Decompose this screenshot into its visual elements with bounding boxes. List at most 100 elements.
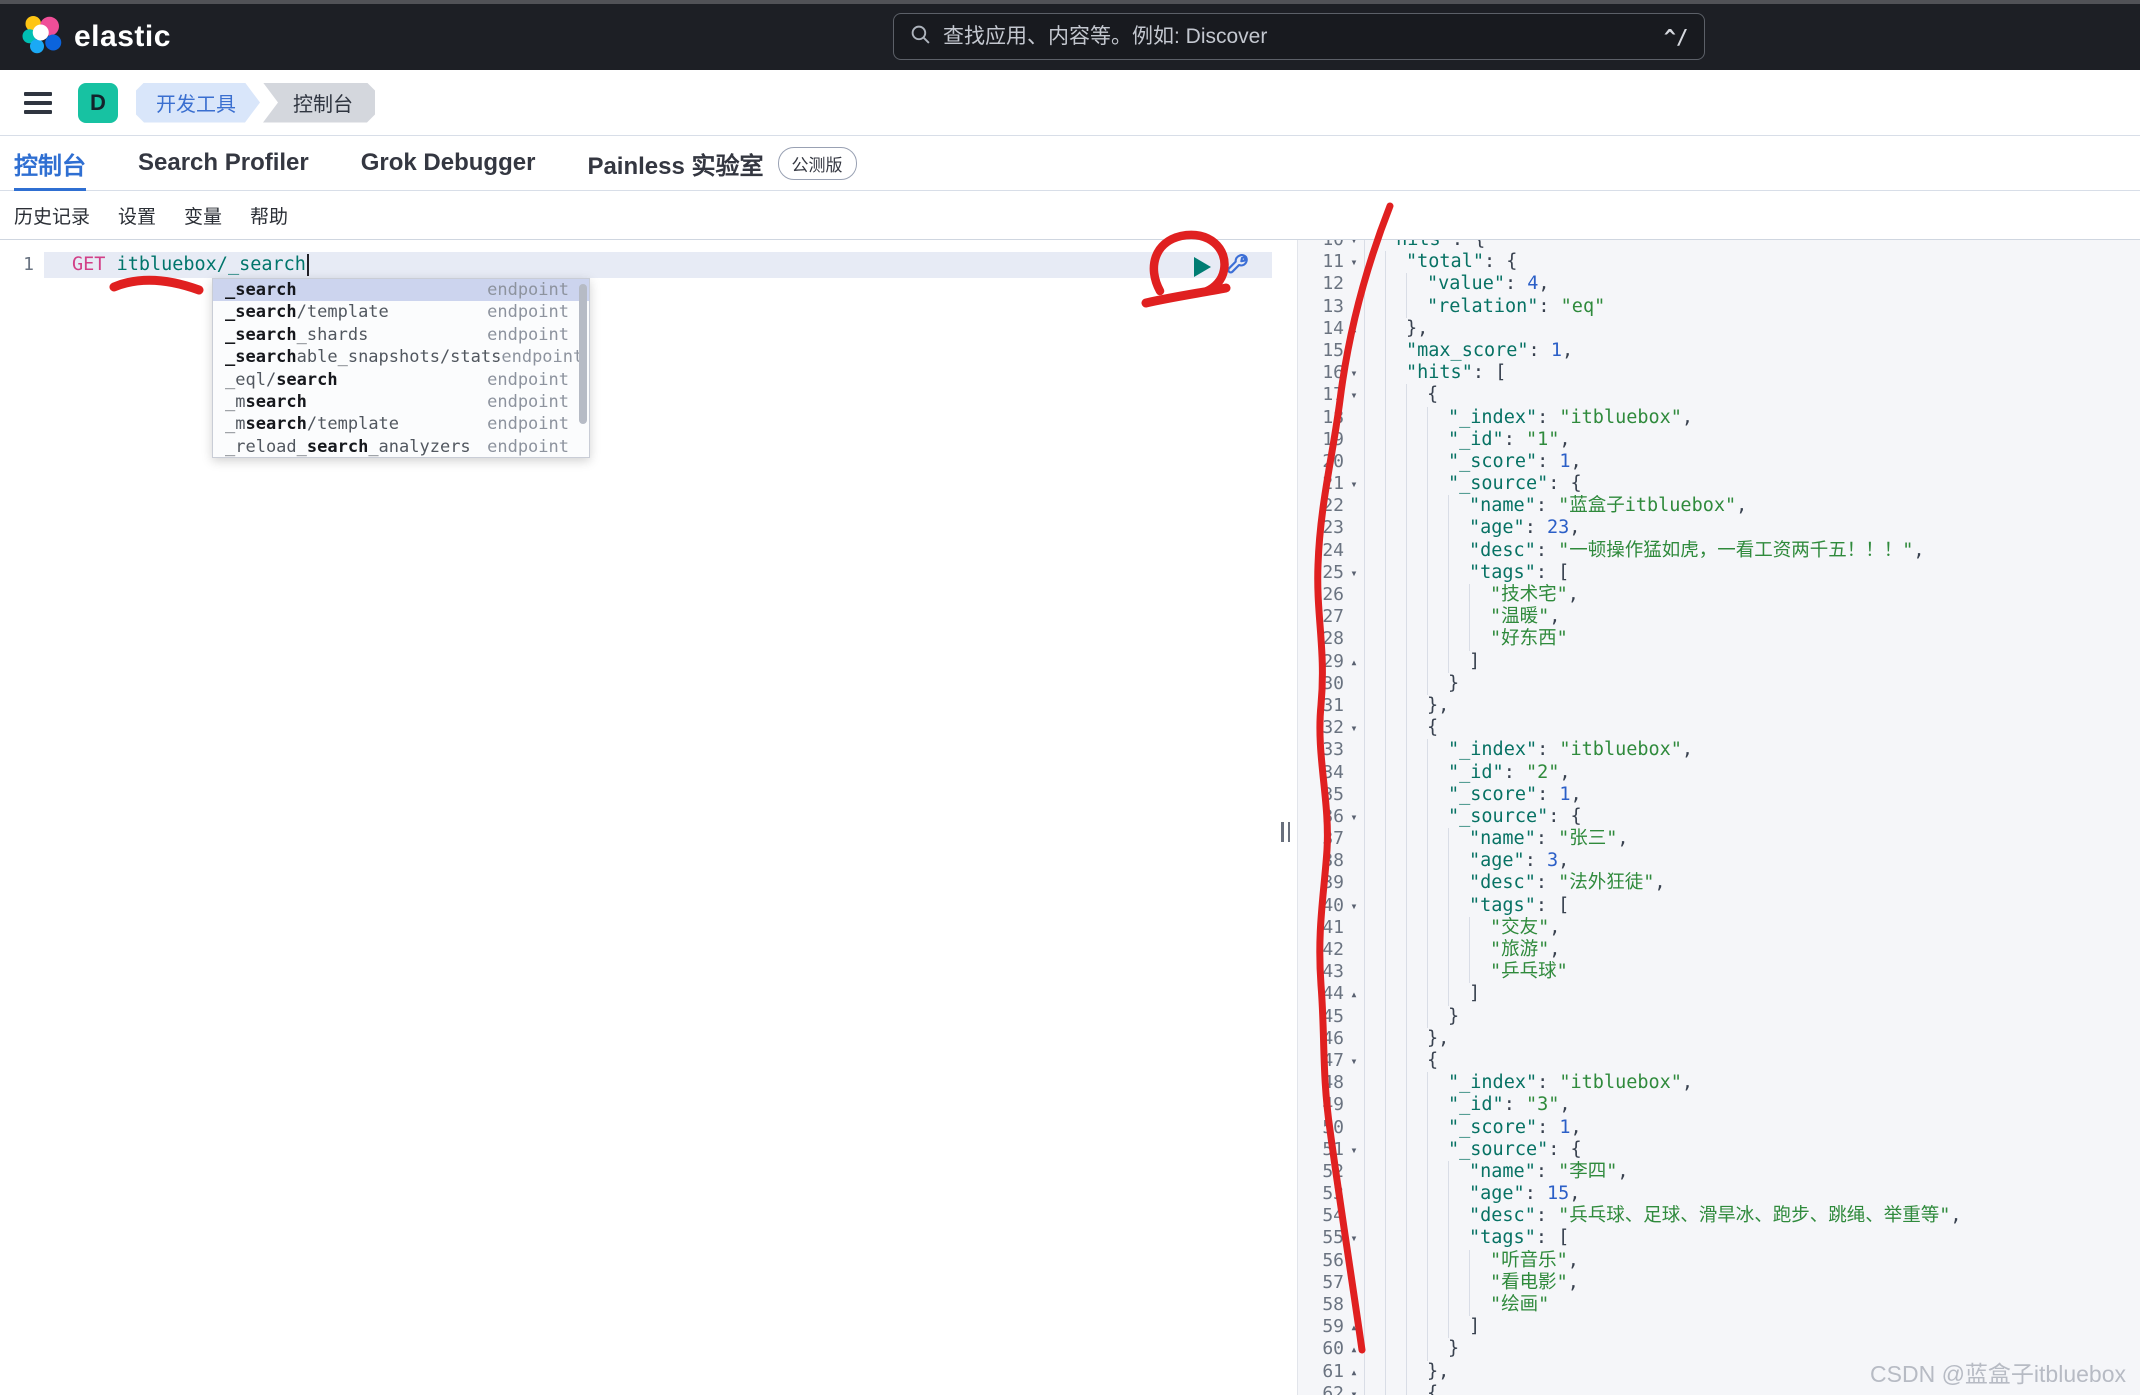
tab-2[interactable]: Grok Debugger: [361, 136, 536, 191]
menu-icon[interactable]: [24, 91, 52, 114]
response-line: 58 "绘画": [1298, 1294, 2140, 1317]
response-line: 22 "name": "蓝盒子itbluebox",: [1298, 495, 2140, 518]
menu-item-1[interactable]: 设置: [118, 202, 156, 229]
response-line: 16 ▾ "hits": [: [1298, 362, 2140, 385]
line-number: 43: [1322, 961, 1344, 983]
fold-toggle-icon[interactable]: ▾: [1344, 362, 1364, 384]
autocomplete-scrollbar[interactable]: [579, 284, 587, 424]
pane-resize-handle[interactable]: [1281, 822, 1290, 842]
autocomplete-item-5[interactable]: _m search endpoint: [213, 391, 589, 413]
tab-3[interactable]: Painless 实验室 公测版: [587, 136, 857, 191]
response-line: 24 "desc": "一顿操作猛如虎，一看工资两千五！！！",: [1298, 539, 2140, 562]
global-search[interactable]: ^/: [893, 13, 1705, 60]
tab-1[interactable]: Search Profiler: [138, 136, 309, 191]
line-number: 17: [1322, 384, 1344, 406]
line-number: 14: [1322, 317, 1344, 339]
response-line: 26 "技术宅",: [1298, 584, 2140, 607]
autocomplete-item-1[interactable]: _search/template endpoint: [213, 301, 589, 323]
breadcrumb: 开发工具 控制台: [136, 83, 375, 123]
fold-gutter: [1344, 1028, 1364, 1050]
fold-gutter: [1344, 850, 1364, 872]
response-line: 43 "乒乓球": [1298, 961, 2140, 984]
send-request-button play-icon[interactable]: [1194, 257, 1211, 277]
fold-gutter: [1344, 828, 1364, 850]
autocomplete-item-4[interactable]: _eql/search endpoint: [213, 369, 589, 391]
space-avatar[interactable]: D: [78, 82, 118, 123]
fold-toggle-icon[interactable]: ▴: [1344, 983, 1364, 1005]
response-line: 13 "relation": "eq": [1298, 295, 2140, 318]
text-caret: [306, 254, 309, 276]
fold-toggle-icon[interactable]: ▴: [1344, 1338, 1364, 1360]
brand-name: elastic: [74, 20, 171, 53]
request-method: GET: [72, 254, 106, 275]
response-line: 34 "_id": "2",: [1298, 761, 2140, 784]
fold-toggle-icon[interactable]: ▾: [1344, 240, 1364, 251]
line-number: 60: [1322, 1338, 1344, 1360]
line-number: 50: [1322, 1116, 1344, 1138]
line-number: 12: [1322, 273, 1344, 295]
fold-toggle-icon[interactable]: ▾: [1344, 384, 1364, 406]
fold-toggle-icon[interactable]: ▾: [1344, 1139, 1364, 1161]
fold-toggle-icon[interactable]: ▾: [1344, 806, 1364, 828]
global-search-input[interactable]: [943, 24, 1652, 49]
response-line: 10▾"hits": {: [1298, 240, 2140, 252]
response-line: 40 ▾ "tags": [: [1298, 894, 2140, 917]
tab-label: Grok Debugger: [360, 149, 536, 176]
menu-item-0[interactable]: 历史记录: [14, 202, 90, 229]
response-code: 10▾"hits": {11▾"total": {12"value": 4,13…: [1298, 240, 2140, 1395]
fold-toggle-icon[interactable]: ▴: [1344, 651, 1364, 673]
autocomplete-item-7[interactable]: _reload_ search _analyzers endpoint: [213, 436, 589, 458]
fold-toggle-icon[interactable]: ▾: [1344, 1050, 1364, 1072]
response-line: 14 ▴},: [1298, 317, 2140, 340]
breadcrumb-item-1: 控制台: [263, 83, 375, 123]
fold-gutter: [1344, 540, 1364, 562]
fold-toggle-icon[interactable]: ▾: [1344, 895, 1364, 917]
response-line: 32 ▾{: [1298, 717, 2140, 740]
fold-toggle-icon[interactable]: ▾: [1344, 1383, 1364, 1395]
console-editor[interactable]: 1 GET itbluebox/_search: [0, 240, 1272, 1395]
fold-toggle-icon[interactable]: ▾: [1344, 1227, 1364, 1249]
line-number: 13: [1322, 295, 1344, 317]
wrench-icon[interactable]: [1224, 252, 1251, 284]
autocomplete-item-6[interactable]: _m search/template endpoint: [213, 413, 589, 435]
fold-gutter: [1344, 1294, 1364, 1316]
fold-toggle-icon[interactable]: ▾: [1344, 473, 1364, 495]
line-number: 37: [1322, 828, 1344, 850]
menu-item-3[interactable]: 帮助: [250, 202, 288, 229]
response-line: 41 "交友",: [1298, 916, 2140, 939]
autocomplete-item-2[interactable]: _search _shards endpoint: [213, 324, 589, 346]
response-line: 44 ▴]: [1298, 983, 2140, 1006]
line-number: 23: [1322, 517, 1344, 539]
autocomplete-item-0[interactable]: _search endpoint: [213, 279, 589, 302]
request-url: itbluebox/_search: [116, 254, 306, 275]
fold-gutter: [1344, 584, 1364, 606]
fold-toggle-icon[interactable]: ▴: [1344, 1316, 1364, 1338]
line-number: 21: [1322, 473, 1344, 495]
fold-toggle-icon[interactable]: ▴: [1344, 318, 1364, 340]
menu-item-2[interactable]: 变量: [184, 202, 222, 229]
autocomplete-meta: endpoint: [487, 436, 569, 457]
breadcrumb-item-0[interactable]: 开发工具: [136, 83, 260, 123]
line-number: 29: [1322, 650, 1344, 672]
response-line: 28 "好东西": [1298, 628, 2140, 651]
response-line: 23 "age": 23,: [1298, 517, 2140, 540]
response-line: 25 ▾ "tags": [: [1298, 561, 2140, 584]
tab-label: 控制台: [14, 152, 86, 180]
line-number: 16: [1322, 362, 1344, 384]
response-pane[interactable]: 10▾"hits": {11▾"total": {12"value": 4,13…: [1297, 240, 2140, 1395]
autocomplete-item-3[interactable]: _search able_snapshots/stats endpoint: [213, 346, 589, 368]
fold-toggle-icon[interactable]: ▾: [1344, 717, 1364, 739]
fold-gutter: [1344, 495, 1364, 517]
brand[interactable]: elastic: [22, 15, 171, 60]
active-line-highlight: GET itbluebox/_search: [44, 252, 1272, 278]
response-line: 21 ▾ "_source": {: [1298, 473, 2140, 496]
line-number: 41: [1322, 916, 1344, 938]
fold-toggle-icon[interactable]: ▴: [1344, 1361, 1364, 1383]
fold-gutter: [1344, 1250, 1364, 1272]
autocomplete-meta: endpoint: [487, 414, 569, 435]
line-number: 24: [1322, 539, 1344, 561]
response-line: 38 "age": 3,: [1298, 850, 2140, 873]
fold-toggle-icon[interactable]: ▾: [1344, 562, 1364, 584]
fold-toggle-icon[interactable]: ▾: [1344, 251, 1364, 273]
tab-0[interactable]: 控制台: [14, 136, 86, 191]
